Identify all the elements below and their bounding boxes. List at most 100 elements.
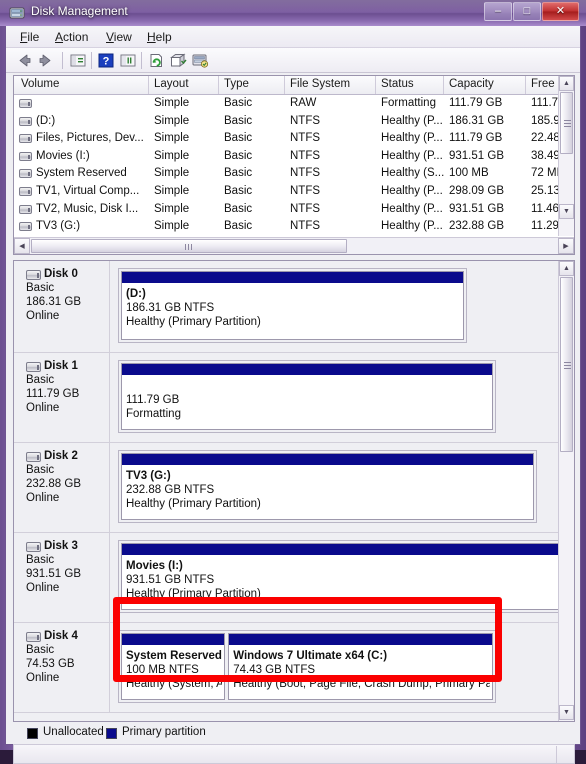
- disk-info-3[interactable]: Disk 3 Basic 931.51 GB Online: [14, 533, 110, 622]
- cell-capacity: 186.31 GB: [449, 114, 504, 127]
- volume-list-vertical-scrollbar[interactable]: ▲ ▼: [558, 76, 574, 236]
- disk-row-2[interactable]: Disk 2 Basic 232.88 GB Online TV3 (G:) 232.88…: [14, 443, 559, 533]
- cell-capacity: 111.79 GB: [449, 97, 503, 109]
- toolbar-separator-3: [141, 52, 142, 69]
- volume-list-scroll-thumb[interactable]: [560, 92, 573, 154]
- table-row[interactable]: System Reserved Simple Basic NTFS Healthy (S…: [14, 165, 574, 183]
- partition-block[interactable]: (D:) 186.31 GB NTFS Healthy (Primary Parti…: [121, 271, 464, 340]
- menu-help[interactable]: Help: [143, 29, 176, 45]
- disk-info-1[interactable]: Disk 1 Basic 111.79 GB Online: [14, 353, 110, 442]
- disk-kind: Basic: [26, 464, 55, 476]
- graphical-disk-pane: Disk 0 Basic 186.31 GB Online (D:) 186.31 GB …: [13, 260, 575, 722]
- table-row[interactable]: Simple Basic RAW Formatting 111.79 GB 111.79 …: [14, 95, 574, 113]
- drive-icon: [19, 99, 32, 108]
- partition-text: 111.79 GB Formatting: [126, 379, 490, 421]
- drive-icon: [19, 151, 32, 161]
- cell-capacity: 100 MB: [449, 167, 489, 180]
- cell-type: Basic: [224, 184, 253, 197]
- help-icon[interactable]: ?: [96, 51, 116, 70]
- resize-grip[interactable]: [556, 746, 573, 763]
- status-bar: [13, 724, 575, 764]
- disk-info-2[interactable]: Disk 2 Basic 232.88 GB Online: [14, 443, 110, 532]
- table-row[interactable]: Files, Pictures, Dev... Simple Basic NTFS He…: [14, 130, 574, 148]
- properties-list-icon[interactable]: [118, 51, 138, 70]
- partition-block[interactable]: 111.79 GB Formatting: [121, 363, 493, 430]
- partition-size: 931.51 GB NTFS: [126, 574, 215, 586]
- partition-status: Formatting: [126, 408, 181, 420]
- scroll-right-arrow-icon[interactable]: ▶: [558, 238, 574, 254]
- table-row[interactable]: TV2, Music, Disk I... Simple Basic NTFS Heal…: [14, 201, 574, 219]
- cell-fs: NTFS: [290, 184, 321, 197]
- cell-status: Healthy (P...: [381, 132, 443, 145]
- disk-name-text: Disk 4: [44, 630, 78, 642]
- column-header-capacity[interactable]: Capacity: [444, 76, 526, 94]
- forward-arrow-icon[interactable]: [36, 51, 56, 70]
- cell-type: Basic: [224, 202, 253, 215]
- partition-title: TV3 (G:): [126, 470, 171, 482]
- scroll-down-arrow-icon[interactable]: ▼: [559, 204, 574, 219]
- refresh-icon[interactable]: [146, 51, 166, 70]
- partition-block[interactable]: Windows 7 Ultimate x64 (C:) 74.43 GB NTFS…: [228, 633, 493, 700]
- disk-size: 74.53 GB: [26, 658, 75, 670]
- cell-volume: TV2, Music, Disk I...: [36, 202, 139, 215]
- cell-fs: NTFS: [290, 114, 321, 127]
- menu-accel: V: [106, 30, 114, 44]
- table-row[interactable]: (D:) Simple Basic NTFS Healthy (P... 186.31 G…: [14, 113, 574, 131]
- maximize-button[interactable]: □: [513, 2, 541, 21]
- partition-size: 232.88 GB NTFS: [126, 484, 215, 496]
- volume-list-hscroll-thumb[interactable]: [31, 239, 347, 253]
- hscroll-thumb-grip: [185, 244, 193, 250]
- graph-scroll-down-arrow-icon[interactable]: ▼: [559, 705, 574, 720]
- volume-list-horizontal-scrollbar[interactable]: ◀ ▶: [14, 237, 574, 254]
- table-row[interactable]: Movies (I:) Simple Basic NTFS Healthy (P... 9…: [14, 148, 574, 166]
- minimize-button[interactable]: –: [484, 2, 512, 21]
- menu-file[interactable]: File: [16, 29, 43, 45]
- properties-icon[interactable]: [168, 51, 188, 70]
- title-bar: Disk Management – □ ✕: [0, 0, 586, 26]
- column-header-file-system[interactable]: File System: [285, 76, 376, 94]
- partition-title: Windows 7 Ultimate x64 (C:): [233, 650, 388, 662]
- partition-container-4: System Reserved 100 MB NTFS Healthy (Syste…: [118, 630, 496, 703]
- disk-info-0[interactable]: Disk 0 Basic 186.31 GB Online: [14, 261, 110, 352]
- close-button[interactable]: ✕: [542, 2, 579, 21]
- cell-fs: NTFS: [290, 202, 321, 215]
- disk-row-1[interactable]: Disk 1 Basic 111.79 GB Online 111.79 GB Forma…: [14, 353, 559, 443]
- table-row[interactable]: TV3 (G:) Simple Basic NTFS Healthy (P... 232.…: [14, 218, 574, 236]
- partition-status: Healthy (System, A: [126, 678, 223, 690]
- cell-layout: Simple: [154, 202, 190, 215]
- show-hide-tree-icon[interactable]: [68, 51, 88, 70]
- drive-icon: [19, 169, 32, 179]
- column-header-type[interactable]: Type: [219, 76, 285, 94]
- graph-scroll-thumb[interactable]: [560, 277, 573, 452]
- disk-row-0[interactable]: Disk 0 Basic 186.31 GB Online (D:) 186.31 GB …: [14, 261, 559, 353]
- partition-block[interactable]: Movies (I:) 931.51 GB NTFS Healthy (Primar…: [121, 543, 574, 610]
- scroll-left-arrow-icon[interactable]: ◀: [14, 238, 30, 254]
- partition-block[interactable]: System Reserved 100 MB NTFS Healthy (Syste…: [121, 633, 226, 700]
- rescan-disks-icon[interactable]: [190, 51, 210, 70]
- window-title: Disk Management: [31, 4, 128, 18]
- menu-action[interactable]: Action: [51, 29, 92, 45]
- disk-row-3[interactable]: Disk 3 Basic 931.51 GB Online Movies (I:) 931…: [14, 533, 574, 623]
- partition-block[interactable]: TV3 (G:) 232.88 GB NTFS Healthy (Primary P…: [121, 453, 534, 520]
- disk-info-4[interactable]: Disk 4 Basic 74.53 GB Online: [14, 623, 110, 712]
- cell-volume: System Reserved: [36, 167, 127, 180]
- volume-list-pane: Volume Layout Type File System Status Capacit…: [13, 75, 575, 255]
- cell-fs: NTFS: [290, 149, 321, 162]
- column-header-layout[interactable]: Layout: [149, 76, 219, 94]
- menu-label: iew: [113, 30, 132, 44]
- cell-layout: Simple: [154, 220, 190, 233]
- cell-fs: NTFS: [290, 132, 321, 145]
- disk-row-4[interactable]: Disk 4 Basic 74.53 GB Online System Reserved…: [14, 623, 559, 713]
- disk-rows-container: Disk 0 Basic 186.31 GB Online (D:) 186.31 GB …: [14, 261, 574, 721]
- cell-volume: TV3 (G:): [36, 220, 81, 233]
- menu-view[interactable]: View: [102, 29, 136, 45]
- column-header-status[interactable]: Status: [376, 76, 444, 94]
- disk-label: Disk 1: [26, 359, 109, 373]
- graph-scroll-up-arrow-icon[interactable]: ▲: [559, 261, 574, 276]
- disk-name-text: Disk 0: [44, 268, 78, 280]
- column-header-volume[interactable]: Volume: [16, 76, 149, 94]
- table-row[interactable]: TV1, Virtual Comp... Simple Basic NTFS Healt…: [14, 183, 574, 201]
- scroll-up-arrow-icon[interactable]: ▲: [559, 76, 574, 91]
- graph-vertical-scrollbar[interactable]: ▲ ▼: [558, 261, 574, 721]
- back-arrow-icon[interactable]: [14, 51, 34, 70]
